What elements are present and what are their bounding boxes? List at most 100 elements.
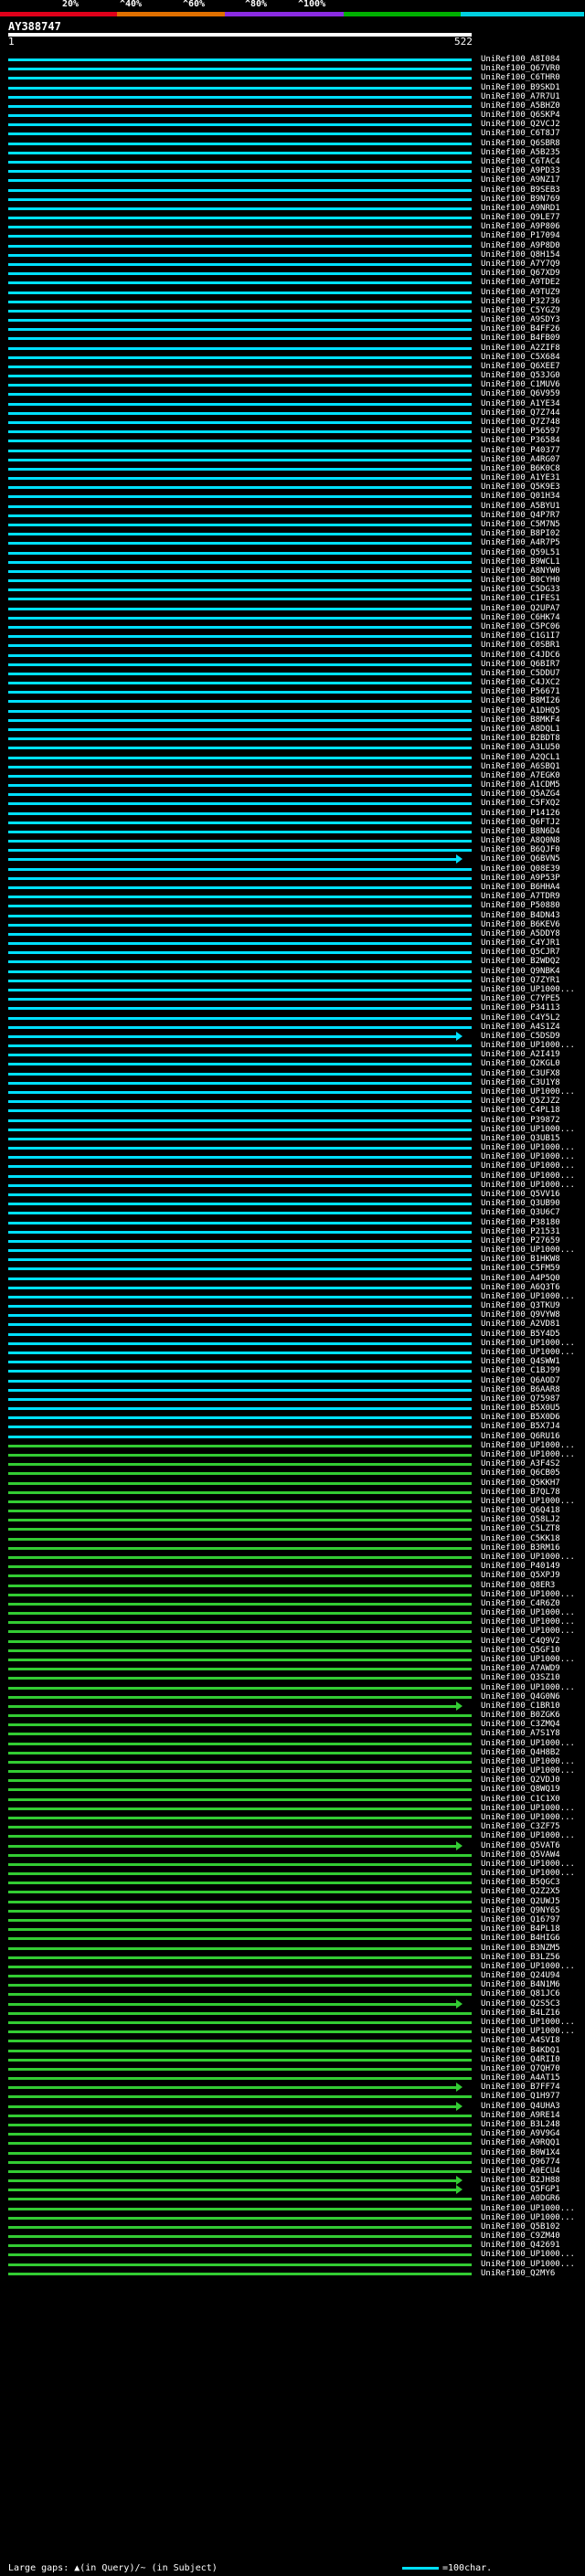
hit-name[interactable]: UniRef100_B3LZ56 (481, 1953, 560, 1962)
hit-line[interactable] (8, 104, 472, 108)
hit-line[interactable] (8, 1900, 472, 1903)
hit-line[interactable] (8, 1007, 472, 1011)
hit-line[interactable] (8, 1779, 472, 1783)
hit-line[interactable] (8, 653, 472, 657)
hit-name[interactable]: UniRef100_B9SKD1 (481, 83, 560, 92)
hit-name[interactable]: UniRef100_C3U1Y8 (481, 1078, 560, 1087)
hit-line[interactable] (8, 2151, 472, 2155)
hit-name[interactable]: UniRef100_C5FM59 (481, 1264, 560, 1273)
hit-line[interactable] (8, 2189, 456, 2192)
hit-line[interactable] (8, 1416, 472, 1420)
hit-name[interactable]: UniRef100_B0CYH0 (481, 576, 560, 585)
hit-line[interactable] (8, 1797, 472, 1801)
hit-name[interactable]: UniRef100_UP1000... (481, 1441, 575, 1450)
hit-name[interactable]: UniRef100_Q5ZJZ2 (481, 1097, 560, 1106)
hit-name[interactable]: UniRef100_A2I419 (481, 1050, 560, 1059)
hit-line[interactable] (8, 672, 472, 675)
hit-name[interactable]: UniRef100_A7TDR9 (481, 892, 560, 901)
hit-line[interactable] (8, 2077, 472, 2081)
hit-name[interactable]: UniRef100_UP1000... (481, 1655, 575, 1664)
hit-name[interactable]: UniRef100_Q3U6C7 (481, 1208, 560, 1217)
hit-name[interactable]: UniRef100_UP1000... (481, 1181, 575, 1190)
hit-name[interactable]: UniRef100_UP1000... (481, 1766, 575, 1776)
hit-name[interactable]: UniRef100_B8MI26 (481, 696, 560, 705)
hit-line[interactable] (8, 2011, 472, 2015)
hit-name[interactable]: UniRef100_A4P5Q0 (481, 1274, 560, 1283)
hit-line[interactable] (8, 811, 472, 815)
hit-name[interactable]: UniRef100_Q2VCJ2 (481, 120, 560, 129)
hit-name[interactable]: UniRef100_UP1000... (481, 1292, 575, 1301)
hit-name[interactable]: UniRef100_C5DG33 (481, 585, 560, 594)
hit-line[interactable] (8, 1742, 472, 1745)
hit-line[interactable] (8, 2169, 472, 2173)
hit-line[interactable] (8, 951, 472, 955)
hit-name[interactable]: UniRef100_Q6BVN5 (481, 854, 560, 864)
hit-name[interactable]: UniRef100_B4N1M6 (481, 1980, 560, 1989)
hit-line[interactable] (8, 2179, 456, 2183)
hit-name[interactable]: UniRef100_A9P806 (481, 222, 560, 231)
hit-line[interactable] (8, 691, 472, 694)
hit-line[interactable] (8, 932, 472, 936)
hit-name[interactable]: UniRef100_C5FXQ2 (481, 799, 560, 808)
hit-line[interactable] (8, 95, 472, 99)
hit-name[interactable]: UniRef100_C3UFX8 (481, 1069, 560, 1078)
hit-name[interactable]: UniRef100_Q2UWJ5 (481, 1897, 560, 1906)
hit-name[interactable]: UniRef100_A4R7P5 (481, 538, 560, 547)
hit-name[interactable]: UniRef100_A9P8D0 (481, 241, 560, 250)
hit-line[interactable] (8, 2263, 472, 2266)
hit-name[interactable]: UniRef100_A9NRD1 (481, 204, 560, 213)
hit-line[interactable] (8, 1118, 472, 1122)
hit-line[interactable] (8, 235, 472, 239)
hit-name[interactable]: UniRef100_UP1000... (481, 2027, 575, 2036)
hit-line[interactable] (8, 989, 472, 991)
hit-name[interactable]: UniRef100_Q2UPA7 (481, 604, 560, 613)
hit-line[interactable] (8, 197, 472, 201)
hit-name[interactable]: UniRef100_B2WDQ2 (481, 957, 560, 966)
hit-name[interactable]: UniRef100_Q5VV16 (481, 1190, 560, 1199)
hit-line[interactable] (8, 1519, 472, 1522)
hit-name[interactable]: UniRef100_A1CDM5 (481, 780, 560, 790)
hit-name[interactable]: UniRef100_C6HK74 (481, 613, 560, 622)
hit-name[interactable]: UniRef100_B8N6D4 (481, 827, 560, 836)
hit-line[interactable] (8, 1341, 472, 1345)
hit-name[interactable]: UniRef100_C5YGZ9 (481, 306, 560, 315)
hit-name[interactable]: UniRef100_UP1000... (481, 1590, 575, 1599)
hit-line[interactable] (8, 886, 472, 890)
hit-name[interactable]: UniRef100_B6QJF0 (481, 845, 560, 854)
hit-line[interactable] (8, 2086, 456, 2090)
hit-name[interactable]: UniRef100_C1BJ99 (481, 1366, 560, 1375)
hit-name[interactable]: UniRef100_B5X7J4 (481, 1422, 560, 1431)
hit-line[interactable] (8, 2253, 472, 2257)
hit-name[interactable]: UniRef100_B6AAR8 (481, 1385, 560, 1394)
hit-line[interactable] (8, 2067, 472, 2071)
hit-line[interactable] (8, 1016, 472, 1020)
hit-line[interactable] (8, 2142, 472, 2146)
hit-line[interactable] (8, 1909, 472, 1913)
hit-line[interactable] (8, 1081, 472, 1085)
hit-name[interactable]: UniRef100_C4PL18 (481, 1106, 560, 1115)
hit-line[interactable] (8, 1723, 472, 1727)
hit-name[interactable]: UniRef100_B4HIG6 (481, 1934, 560, 1943)
hit-name[interactable]: UniRef100_UP1000... (481, 1246, 575, 1255)
hit-name[interactable]: UniRef100_C1MUV6 (481, 380, 560, 389)
hit-line[interactable] (8, 477, 472, 481)
hit-line[interactable] (8, 1203, 472, 1206)
hit-line[interactable] (8, 588, 472, 592)
hit-line[interactable] (8, 1481, 472, 1485)
hit-line[interactable] (8, 1435, 472, 1438)
hit-line[interactable] (8, 2020, 472, 2024)
hit-name[interactable]: UniRef100_Q6Q418 (481, 1506, 560, 1515)
hit-line[interactable] (8, 1239, 472, 1243)
hit-line[interactable] (8, 1555, 472, 1559)
hit-line[interactable] (8, 1946, 472, 1950)
hit-line[interactable] (8, 179, 472, 183)
hit-name[interactable]: UniRef100_C5DSD9 (481, 1032, 560, 1041)
hit-line[interactable] (8, 1537, 472, 1541)
hit-line[interactable] (8, 830, 472, 833)
hit-name[interactable]: UniRef100_Q53JG0 (481, 371, 560, 380)
hit-name[interactable]: UniRef100_P27659 (481, 1236, 560, 1246)
hit-name[interactable]: UniRef100_B2JH88 (481, 2176, 560, 2185)
hit-line[interactable] (8, 840, 472, 843)
hit-line[interactable] (8, 533, 472, 536)
hit-name[interactable]: UniRef100_Q42691 (481, 2241, 560, 2250)
